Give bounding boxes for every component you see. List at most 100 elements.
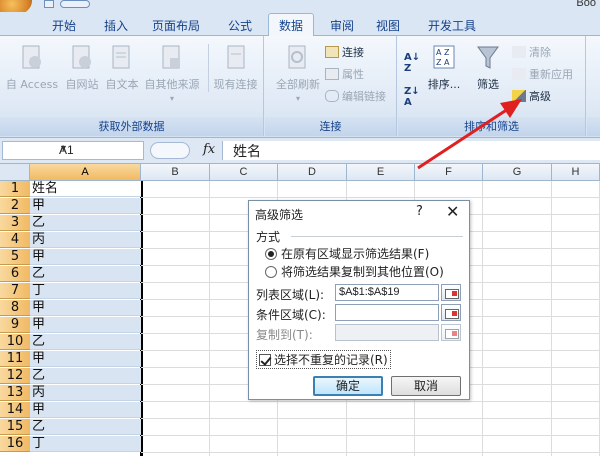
clear-filter-button[interactable]: 清除 <box>512 44 551 60</box>
cell-a[interactable]: 乙 <box>30 419 141 435</box>
row-header[interactable]: 7 <box>0 283 30 299</box>
row-header[interactable]: 1 <box>0 181 30 197</box>
from-other-sources-button[interactable]: 自其他来源 ▾ <box>142 44 202 103</box>
radio-copy-to-location[interactable]: 将筛选结果复制到其他位置(O) <box>265 263 444 280</box>
cell-a[interactable]: 丙 <box>30 232 141 248</box>
cell-a[interactable]: 乙 <box>30 266 141 282</box>
cancel-button[interactable]: 取消 <box>391 376 461 396</box>
row-header[interactable]: 6 <box>0 266 30 282</box>
quick-access-dropdown-icon[interactable] <box>100 0 108 8</box>
from-web-button[interactable]: 自网站 <box>62 44 102 92</box>
row-header[interactable]: 8 <box>0 300 30 316</box>
cell-a[interactable]: 甲 <box>30 300 141 316</box>
formula-input[interactable]: 姓名 <box>222 141 600 160</box>
close-icon[interactable]: ✕ <box>446 202 459 221</box>
advanced-filter-icon <box>512 90 526 102</box>
tab-review[interactable]: 审阅 <box>330 17 354 34</box>
column-header-e[interactable]: E <box>347 164 415 181</box>
quick-access-save-icon[interactable] <box>44 0 54 8</box>
row-header[interactable]: 14 <box>0 402 30 418</box>
sort-button[interactable]: A ZZ A 排序... <box>424 44 464 92</box>
chevron-down-icon[interactable]: ▼ <box>59 143 139 153</box>
row-header[interactable]: 4 <box>0 232 30 248</box>
cell-a[interactable]: 甲 <box>30 351 141 367</box>
row-header[interactable]: 13 <box>0 385 30 401</box>
cell-a[interactable]: 甲 <box>30 249 141 265</box>
cell-a[interactable]: 甲 <box>30 402 141 418</box>
ok-button[interactable]: 确定 <box>313 376 383 396</box>
row-header[interactable]: 15 <box>0 419 30 435</box>
cell-a[interactable]: 丁 <box>30 436 141 452</box>
other-sources-icon <box>162 45 180 69</box>
tab-insert[interactable]: 插入 <box>104 17 128 34</box>
row-header[interactable]: 5 <box>0 249 30 265</box>
row-header[interactable]: 12 <box>0 368 30 384</box>
cell-a[interactable]: 姓名 <box>30 181 141 197</box>
cell-a[interactable]: 甲 <box>30 198 141 214</box>
row-header[interactable]: 16 <box>0 436 30 452</box>
sort-descending-icon[interactable]: Z↓ A <box>404 86 420 108</box>
from-access-button[interactable]: 自 Access <box>4 44 60 92</box>
tab-data[interactable]: 数据 <box>268 13 315 37</box>
name-box[interactable]: A1 ▼ <box>2 141 144 160</box>
group-label-partial <box>587 117 600 136</box>
row-header[interactable]: 2 <box>0 198 30 214</box>
filter-button[interactable]: 筛选 <box>470 44 506 92</box>
clear-filter-icon <box>512 46 526 58</box>
select-all-corner[interactable] <box>0 164 30 181</box>
column-header-d[interactable]: D <box>278 164 347 181</box>
row-gridline <box>141 197 600 198</box>
criteria-range-input[interactable] <box>335 304 439 321</box>
access-icon <box>22 45 41 69</box>
svg-text:Z A: Z A <box>436 58 450 67</box>
existing-connections-button[interactable]: 现有连接 <box>208 44 262 92</box>
tab-view[interactable]: 视图 <box>376 17 400 34</box>
refresh-all-button[interactable]: 全部刷新 ▾ <box>269 44 327 103</box>
tab-developer[interactable]: 开发工具 <box>428 17 476 34</box>
cell-a[interactable]: 乙 <box>30 368 141 384</box>
column-header-c[interactable]: C <box>210 164 278 181</box>
advanced-filter-button[interactable]: 高级 <box>512 88 551 104</box>
column-header-a[interactable]: A <box>30 164 141 181</box>
column-gridline <box>482 181 483 456</box>
tab-page-layout[interactable]: 页面布局 <box>152 17 200 34</box>
group-connections: 全部刷新 ▾ 连接 属性 编辑链接 连接 <box>265 36 397 136</box>
list-range-input[interactable]: $A$1:$A$19 <box>335 284 439 301</box>
formula-bar-resize-handle[interactable] <box>150 142 190 159</box>
row-header[interactable]: 10 <box>0 334 30 350</box>
insert-function-icon[interactable]: fx <box>203 142 215 157</box>
cell-a[interactable]: 丁 <box>30 283 141 299</box>
cell-a[interactable]: 乙 <box>30 215 141 231</box>
quick-access-undo-icon[interactable] <box>60 0 90 8</box>
from-text-button[interactable]: 自文本 <box>102 44 142 92</box>
reapply-button[interactable]: 重新应用 <box>512 66 573 82</box>
column-header-g[interactable]: G <box>483 164 552 181</box>
column-header-h[interactable]: H <box>552 164 600 181</box>
help-icon[interactable]: ? <box>416 204 423 219</box>
row-header[interactable]: 9 <box>0 317 30 333</box>
cell-a[interactable]: 甲 <box>30 317 141 333</box>
criteria-range-collapse-icon[interactable] <box>441 304 461 321</box>
connections-icon <box>325 46 339 58</box>
cell-a[interactable]: 丙 <box>30 385 141 401</box>
ribbon: 自 Access 自网站 自文本 自其他来源 ▾ 现有连接 获取外部数据 全部刷… <box>0 36 600 138</box>
sort-ascending-icon[interactable]: A↓ Z <box>404 52 420 74</box>
window-title: Boo <box>576 0 596 9</box>
group-label-sort-filter: 排序和筛选 <box>398 117 585 136</box>
cell-a[interactable]: 乙 <box>30 334 141 350</box>
column-header-b[interactable]: B <box>141 164 210 181</box>
radio-filter-in-place[interactable]: 在原有区域显示筛选结果(F) <box>265 245 429 262</box>
row-header[interactable]: 11 <box>0 351 30 367</box>
connections-button[interactable]: 连接 <box>325 44 364 60</box>
row-header[interactable]: 3 <box>0 215 30 231</box>
unique-records-checkbox[interactable]: 选择不重复的记录(R) <box>256 350 391 369</box>
properties-button[interactable]: 属性 <box>325 66 364 82</box>
tab-formulas[interactable]: 公式 <box>228 17 252 34</box>
copy-to-input <box>335 324 439 341</box>
tab-home[interactable]: 开始 <box>52 17 76 34</box>
filter-funnel-icon <box>477 46 499 69</box>
column-header-f[interactable]: F <box>415 164 483 181</box>
edit-links-button[interactable]: 编辑链接 <box>325 88 386 104</box>
dialog-title: 高级筛选 <box>255 208 304 222</box>
list-range-collapse-icon[interactable] <box>441 284 461 301</box>
